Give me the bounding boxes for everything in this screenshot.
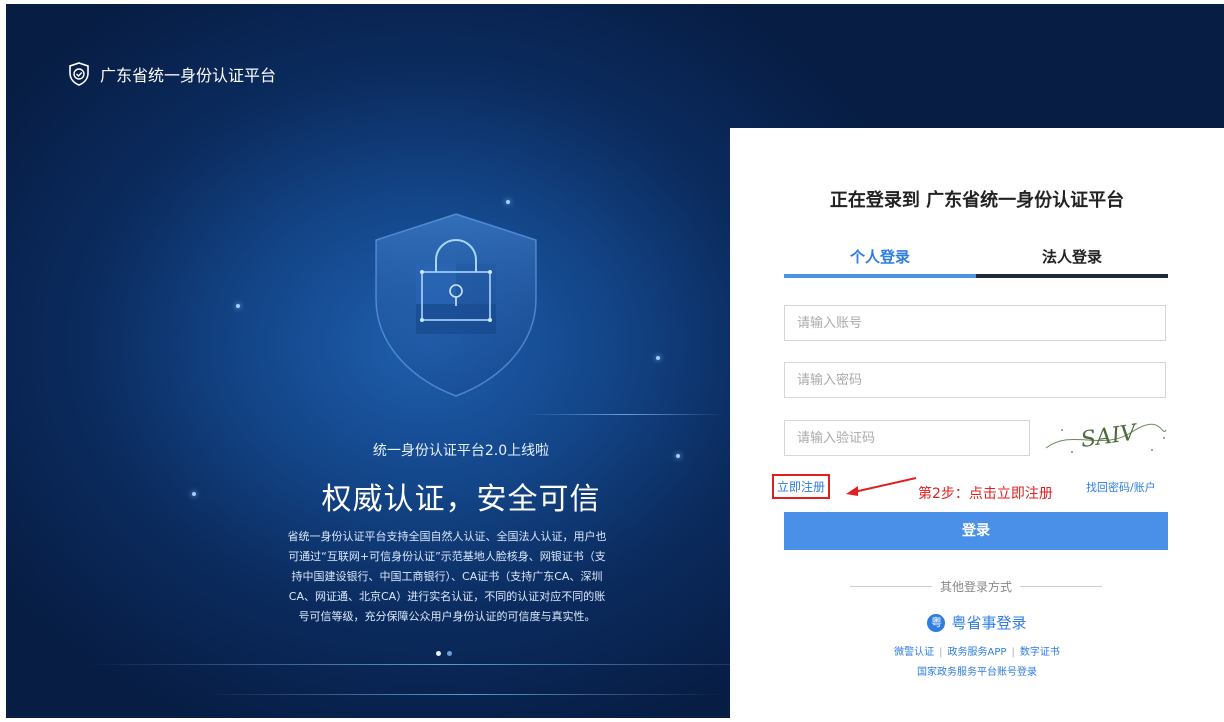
login-panel: 正在登录到 广东省统一身份认证平台 个人登录 法人登录 SAIV 立即注册 第2… bbox=[730, 128, 1224, 722]
divider-line bbox=[850, 586, 932, 587]
divider-line bbox=[1020, 586, 1103, 587]
alt-login-links: 微警认证 | 政务服务APP | 数字证书 bbox=[730, 643, 1224, 658]
star-dot bbox=[676, 454, 680, 458]
forgot-password-link[interactable]: 找回密码/账户 bbox=[1086, 479, 1156, 495]
login-title: 正在登录到 广东省统一身份认证平台 bbox=[829, 190, 1125, 211]
brand: 广东省统一身份认证平台 bbox=[68, 62, 276, 86]
login-button[interactable]: 登录 bbox=[784, 512, 1168, 550]
separator: | bbox=[939, 647, 943, 658]
star-dot bbox=[656, 356, 660, 360]
account-input[interactable] bbox=[784, 305, 1166, 341]
national-gov-login-link[interactable]: 国家政务服务平台账号登录 bbox=[730, 663, 1224, 678]
yss-login-link[interactable]: 粤 粤省事登录 bbox=[730, 612, 1224, 633]
digital-cert-link[interactable]: 数字证书 bbox=[1020, 647, 1060, 658]
light-beam bbox=[206, 694, 726, 695]
police-auth-link[interactable]: 微警认证 bbox=[894, 647, 934, 658]
captcha-image[interactable]: SAIV bbox=[1042, 418, 1170, 458]
annotation-text: 第2步：点击立即注册 bbox=[918, 486, 1053, 502]
other-methods-label: 其他登录方式 bbox=[940, 580, 1013, 594]
annotation-arrow bbox=[846, 477, 917, 496]
yss-login-label: 粤省事登录 bbox=[951, 614, 1027, 632]
hero-subtitle: 统一身份认证平台2.0上线啦 bbox=[372, 443, 550, 459]
carousel-dot[interactable] bbox=[436, 651, 441, 656]
other-methods-divider: 其他登录方式 bbox=[850, 578, 1103, 595]
captcha-input[interactable] bbox=[784, 420, 1030, 456]
tab-legal-person-login[interactable]: 法人登录 bbox=[976, 240, 1168, 278]
yss-icon: 粤 bbox=[927, 613, 946, 632]
shield-lock-illustration bbox=[375, 213, 537, 397]
tab-personal-login[interactable]: 个人登录 bbox=[784, 240, 976, 278]
carousel-dots bbox=[436, 651, 452, 656]
carousel-dot[interactable] bbox=[447, 651, 452, 656]
gov-app-link[interactable]: 政务服务APP bbox=[948, 647, 1007, 658]
light-beam bbox=[526, 414, 726, 415]
shield-check-icon bbox=[69, 62, 89, 86]
hero-description: 省统一身份认证平台支持全国自然人认证、全国法人认证，用户也可通过“互联网+可信身… bbox=[287, 530, 607, 623]
register-link[interactable]: 立即注册 bbox=[772, 474, 831, 499]
star-dot bbox=[192, 492, 196, 496]
login-tabs: 个人登录 法人登录 bbox=[784, 240, 1168, 278]
separator: | bbox=[1011, 647, 1015, 658]
password-input[interactable] bbox=[784, 362, 1166, 398]
hero-title: 权威认证，安全可信 bbox=[321, 482, 601, 517]
light-beam bbox=[86, 664, 806, 665]
brand-title: 广东省统一身份认证平台 bbox=[100, 66, 277, 85]
star-dot bbox=[236, 304, 240, 308]
